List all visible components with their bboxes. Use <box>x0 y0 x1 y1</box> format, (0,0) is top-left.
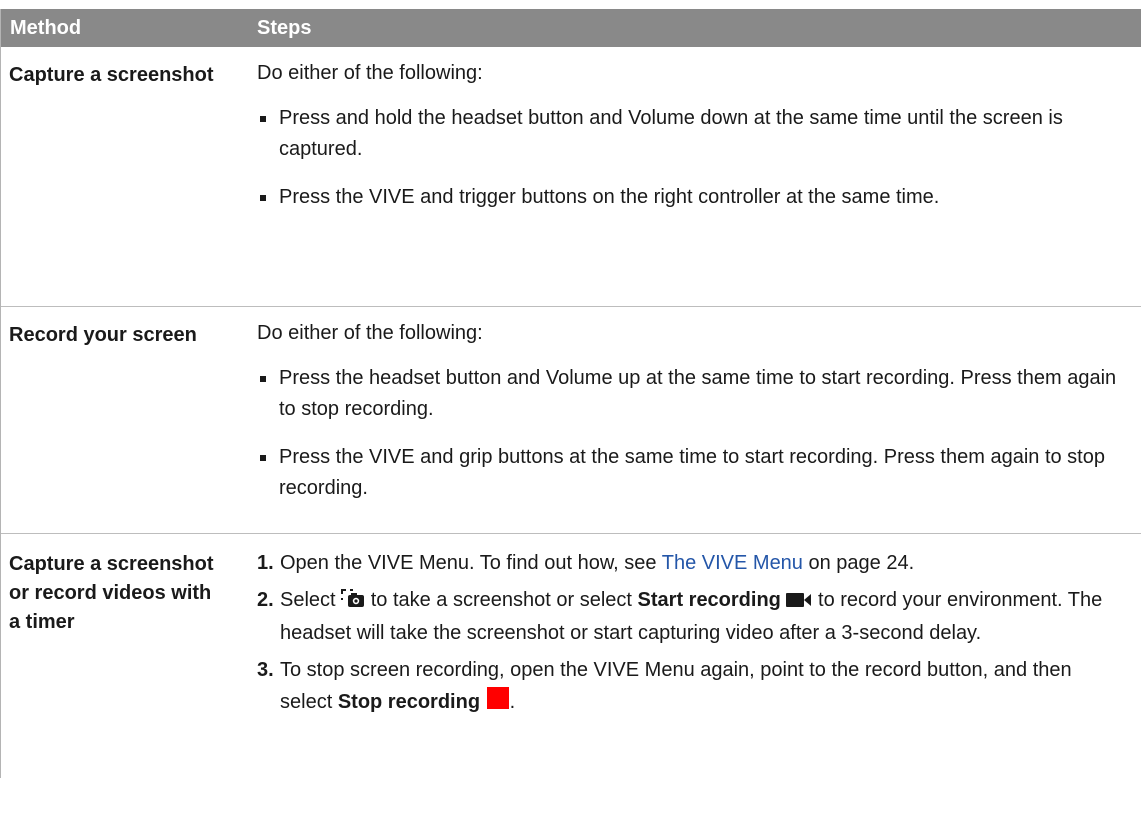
step-text: to take a screenshot or select <box>365 589 638 611</box>
list-item: Press the headset button and Volume up a… <box>257 363 1125 425</box>
step-item: 3. To stop screen recording, open the VI… <box>257 655 1125 720</box>
list-item: Press the VIVE and trigger buttons on th… <box>257 182 1125 213</box>
method-cell: Record your screen <box>9 324 197 346</box>
table-row: Capture a screenshot Do either of the fo… <box>1 47 1141 307</box>
stop-recording-label: Stop recording <box>337 691 481 713</box>
bullet-list: Press the headset button and Volume up a… <box>257 363 1125 504</box>
table-row: Record your screen Do either of the foll… <box>1 307 1141 534</box>
screenshot-timer-icon <box>341 587 365 618</box>
steps-cell: 1. Open the VIVE Menu. To find out how, … <box>241 534 1141 778</box>
step-number: 2. <box>257 589 274 611</box>
method-cell: Capture a screenshot <box>9 64 214 86</box>
table-header: Method Steps <box>1 9 1141 47</box>
step-text: Select <box>280 589 342 611</box>
method-cell: Capture a screenshot or record videos wi… <box>9 553 214 633</box>
start-recording-label: Start recording <box>637 589 781 611</box>
methods-table: Method Steps Capture a screenshot Do eit… <box>0 9 1141 778</box>
video-camera-icon <box>786 587 812 618</box>
step-text: Open the VIVE Menu. To find out how, see <box>280 552 662 574</box>
table-row: Capture a screenshot or record videos wi… <box>1 534 1141 778</box>
numbered-steps: 1. Open the VIVE Menu. To find out how, … <box>257 548 1125 720</box>
header-method: Method <box>10 16 82 39</box>
step-item: 2. Select to take a screenshot or select… <box>257 585 1125 649</box>
intro-text: Do either of the following: <box>257 62 483 84</box>
list-item: Press and hold the headset button and Vo… <box>257 103 1125 165</box>
stop-square-icon <box>486 686 510 720</box>
steps-cell: Do either of the following: Press and ho… <box>241 47 1141 306</box>
step-number: 1. <box>257 552 274 574</box>
bullet-list: Press and hold the headset button and Vo… <box>257 103 1125 213</box>
header-steps: Steps <box>257 16 312 39</box>
step-text: on page 24. <box>802 552 915 574</box>
step-text: . <box>509 691 516 713</box>
step-number: 3. <box>257 659 274 681</box>
vive-menu-link[interactable]: The VIVE Menu <box>662 552 803 574</box>
steps-cell: Do either of the following: Press the he… <box>241 307 1141 533</box>
step-item: 1. Open the VIVE Menu. To find out how, … <box>257 548 1125 579</box>
list-item: Press the VIVE and grip buttons at the s… <box>257 442 1125 504</box>
intro-text: Do either of the following: <box>257 322 483 344</box>
